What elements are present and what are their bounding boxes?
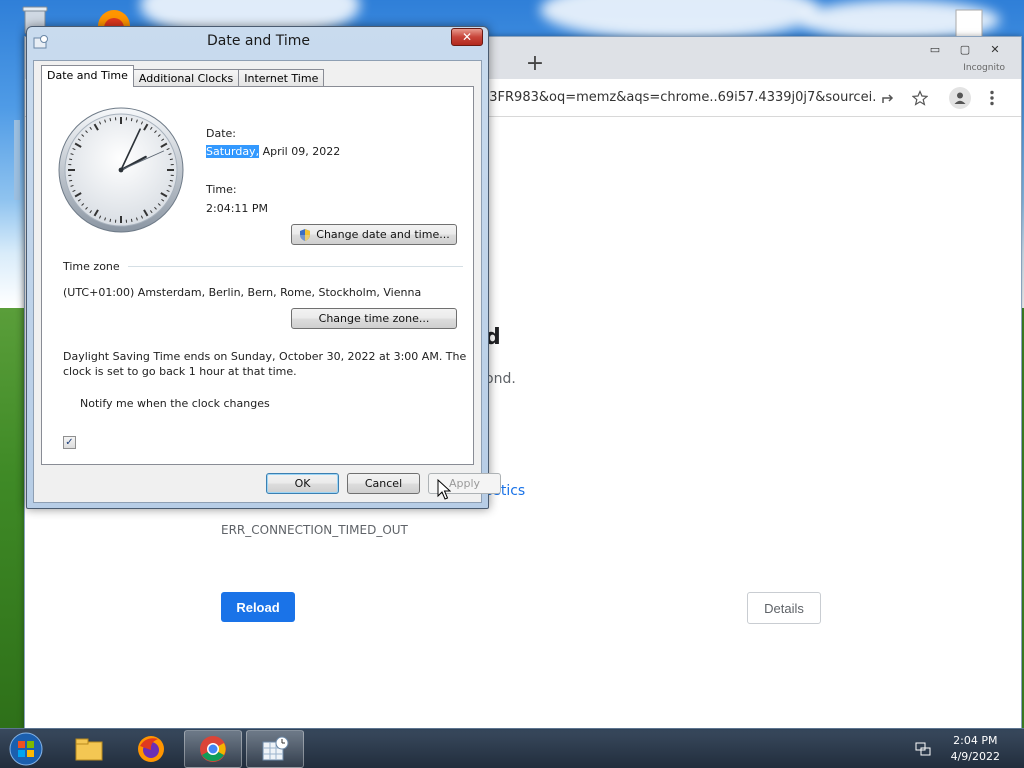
window-controls: ▭ ▢ ✕ bbox=[923, 41, 1007, 57]
desktop-shortcut-edge bbox=[14, 120, 20, 200]
start-button[interactable] bbox=[6, 731, 46, 767]
dialog-client-area: Date and Time Additional Clocks Internet… bbox=[33, 60, 501, 503]
share-icon[interactable] bbox=[877, 87, 899, 109]
incognito-badge: Incognito bbox=[963, 63, 1005, 73]
taskbar-firefox[interactable] bbox=[122, 730, 180, 768]
menu-icon[interactable] bbox=[981, 87, 1003, 109]
close-window-button[interactable]: ✕ bbox=[983, 41, 1007, 57]
date-time-dialog: Date and Time ✕ Date and Time Additional… bbox=[26, 26, 501, 509]
tab-additional-clocks[interactable]: Additional Clocks bbox=[132, 69, 240, 87]
clock-minute-tick bbox=[109, 218, 112, 222]
explorer-icon bbox=[75, 738, 103, 761]
analog-clock bbox=[58, 107, 184, 233]
taskbar-chrome[interactable] bbox=[184, 730, 242, 768]
dialog-title: Date and Time bbox=[207, 33, 310, 49]
network-icon[interactable] bbox=[914, 740, 932, 758]
timezone-separator bbox=[128, 266, 463, 267]
profile-icon[interactable] bbox=[949, 87, 971, 109]
change-date-time-label: Change date and time... bbox=[316, 228, 450, 241]
windows-logo-icon bbox=[9, 732, 43, 766]
ok-button[interactable]: OK bbox=[266, 473, 339, 494]
change-time-zone-button[interactable]: Change time zone... bbox=[291, 308, 457, 329]
dst-info-line2: clock is set to go back 1 hour at that t… bbox=[63, 365, 297, 378]
clock-minute-tick bbox=[109, 118, 112, 122]
dialog-close-button[interactable]: ✕ bbox=[451, 28, 483, 46]
minimize-button[interactable]: ▭ bbox=[923, 41, 947, 57]
maximize-button[interactable]: ▢ bbox=[953, 41, 977, 57]
error-code: ERR_CONNECTION_TIMED_OUT bbox=[221, 523, 408, 537]
timezone-group-label: Time zone bbox=[63, 260, 120, 273]
clock-minute-tick bbox=[130, 118, 133, 122]
timezone-value: (UTC+01:00) Amsterdam, Berlin, Bern, Rom… bbox=[63, 286, 422, 299]
tray-time: 2:04 PM bbox=[953, 734, 998, 747]
date-time-panel: Date: Saturday, April 09, 2022 Time: 2:0… bbox=[41, 86, 474, 465]
firefox-icon bbox=[138, 736, 164, 762]
mouse-cursor-icon bbox=[437, 479, 451, 500]
chrome-icon bbox=[200, 736, 226, 762]
clock-minute-tick bbox=[69, 158, 73, 161]
star-icon[interactable] bbox=[909, 87, 931, 109]
time-value: 2:04:11 PM bbox=[206, 202, 269, 215]
taskbar-date-time[interactable] bbox=[246, 730, 304, 768]
clock-minute-tick bbox=[130, 218, 133, 222]
date-remainder: April 09, 2022 bbox=[259, 145, 341, 158]
dialog-tabs: Date and Time Additional Clocks Internet… bbox=[41, 65, 325, 87]
date-label: Date: bbox=[206, 127, 236, 140]
date-weekday-selected: Saturday, bbox=[206, 145, 260, 158]
datetime-app-icon bbox=[262, 736, 289, 761]
notify-checkbox[interactable]: ✓ bbox=[63, 436, 76, 449]
taskbar: 2:04 PM 4/9/2022 bbox=[0, 728, 1024, 768]
tray-clock[interactable]: 2:04 PM 4/9/2022 bbox=[951, 733, 1000, 765]
tab-date-and-time[interactable]: Date and Time bbox=[41, 65, 134, 87]
cancel-button[interactable]: Cancel bbox=[347, 473, 420, 494]
time-label: Time: bbox=[206, 183, 237, 196]
notify-label[interactable]: Notify me when the clock changes bbox=[80, 397, 270, 410]
tab-internet-time[interactable]: Internet Time bbox=[238, 69, 325, 87]
error-subtitle: ond. bbox=[485, 371, 516, 387]
clock-minute-tick bbox=[169, 179, 173, 182]
taskbar-explorer[interactable] bbox=[60, 730, 118, 768]
clock-minute-tick bbox=[69, 179, 73, 182]
tray-date: 4/9/2022 bbox=[950, 750, 1000, 763]
reload-button[interactable]: Reload bbox=[221, 592, 295, 622]
sky-cloud bbox=[540, 0, 820, 40]
date-value: Saturday, April 09, 2022 bbox=[206, 145, 340, 158]
clock-minute-tick bbox=[169, 158, 173, 161]
new-tab-button[interactable]: + bbox=[522, 50, 548, 76]
change-date-time-button[interactable]: Change date and time... bbox=[291, 224, 457, 245]
dst-info-line1: Daylight Saving Time ends on Sunday, Oct… bbox=[63, 350, 467, 363]
address-bar[interactable]: 83FR983&oq=memz&aqs=chrome..69i57.4339j0… bbox=[481, 84, 876, 112]
uac-shield-icon bbox=[300, 228, 311, 241]
details-button[interactable]: Details bbox=[747, 592, 821, 624]
